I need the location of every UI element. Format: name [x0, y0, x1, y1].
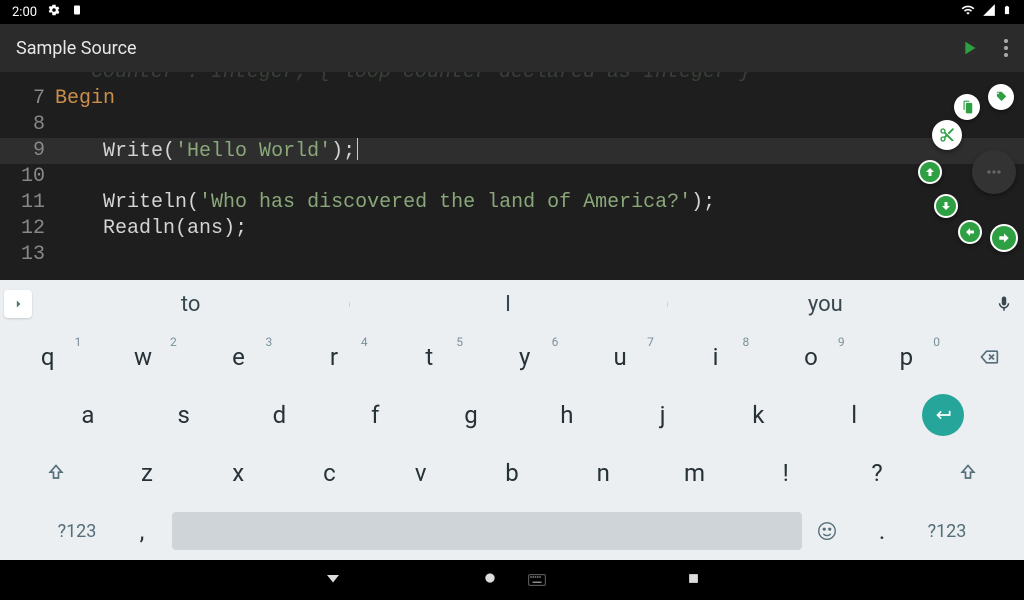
- key-e[interactable]: e3: [191, 331, 286, 383]
- settings-icon: [47, 3, 61, 21]
- symbols-key-right[interactable]: ?123: [912, 505, 982, 557]
- status-time: 2:00: [12, 5, 37, 20]
- key-t[interactable]: t5: [382, 331, 477, 383]
- suggestion-3[interactable]: you: [667, 292, 984, 317]
- code-line[interactable]: 9 Write('Hello World');: [0, 138, 1024, 164]
- code-line[interactable]: 12 Readln(ans);: [0, 216, 1024, 242]
- code-line[interactable]: 7Begin: [0, 86, 1024, 112]
- up-fab[interactable]: [918, 160, 942, 184]
- notification-icon: [71, 3, 83, 21]
- key-h[interactable]: h: [519, 389, 615, 441]
- cut-fab[interactable]: [932, 120, 962, 150]
- key-o[interactable]: o9: [763, 331, 858, 383]
- battery-icon: [1002, 2, 1012, 22]
- key-d[interactable]: d: [232, 389, 328, 441]
- comment-text: Counter : Integer; { loop counter declar…: [55, 72, 751, 84]
- period-key[interactable]: .: [852, 505, 912, 557]
- shift-key-right[interactable]: [923, 447, 1014, 499]
- key-i[interactable]: i8: [668, 331, 763, 383]
- key-v[interactable]: v: [375, 447, 466, 499]
- code-line[interactable]: 11 Writeln('Who has discovered the land …: [0, 190, 1024, 216]
- emoji-key[interactable]: [802, 505, 852, 557]
- key-l[interactable]: l: [806, 389, 902, 441]
- key-n[interactable]: n: [558, 447, 649, 499]
- space-key[interactable]: [172, 512, 802, 550]
- code-editor[interactable]: Counter : Integer; { loop counter declar…: [0, 72, 1024, 280]
- nav-bar: [0, 560, 1024, 600]
- paste-fab[interactable]: [954, 94, 980, 120]
- code-line[interactable]: 13: [0, 242, 1024, 268]
- key-m[interactable]: m: [649, 447, 740, 499]
- status-bar: 2:00: [0, 0, 1024, 24]
- key-s[interactable]: s: [136, 389, 232, 441]
- enter-key[interactable]: [922, 394, 964, 436]
- backspace-key[interactable]: [954, 331, 1024, 383]
- left-fab[interactable]: [958, 220, 982, 244]
- signal-icon: [982, 3, 996, 21]
- key-p[interactable]: p0: [859, 331, 954, 383]
- key-k[interactable]: k: [710, 389, 806, 441]
- run-button[interactable]: [958, 37, 980, 59]
- key-y[interactable]: y6: [477, 331, 572, 383]
- overflow-menu-button[interactable]: [1004, 39, 1008, 57]
- comma-key[interactable]: ,: [112, 505, 172, 557]
- right-fab[interactable]: [990, 224, 1018, 252]
- key-b[interactable]: b: [466, 447, 557, 499]
- back-nav-button[interactable]: [324, 569, 342, 591]
- wifi-icon: [960, 3, 976, 21]
- key-z[interactable]: z: [101, 447, 192, 499]
- suggestion-1[interactable]: to: [32, 292, 349, 317]
- voice-input-button[interactable]: [984, 295, 1024, 313]
- suggestion-2[interactable]: I: [349, 292, 666, 317]
- key-j[interactable]: j: [615, 389, 711, 441]
- key-?[interactable]: ?: [831, 447, 922, 499]
- main-fab[interactable]: [972, 150, 1016, 194]
- shift-key[interactable]: [10, 447, 101, 499]
- key-c[interactable]: c: [284, 447, 375, 499]
- key-u[interactable]: u7: [572, 331, 667, 383]
- tag-fab[interactable]: [988, 84, 1014, 110]
- recents-nav-button[interactable]: [686, 571, 701, 590]
- home-nav-button[interactable]: [482, 570, 498, 590]
- key-q[interactable]: q1: [0, 331, 95, 383]
- app-bar: Sample Source: [0, 24, 1024, 72]
- symbols-key[interactable]: ?123: [42, 505, 112, 557]
- key-g[interactable]: g: [423, 389, 519, 441]
- keyboard: to I you q1w2e3r4t5y6u7i8o9p0 asdfghjkl …: [0, 280, 1024, 560]
- down-fab[interactable]: [934, 194, 958, 218]
- key-![interactable]: !: [740, 447, 831, 499]
- expand-suggestions-button[interactable]: [4, 290, 32, 318]
- keyboard-nav-icon[interactable]: [528, 571, 546, 590]
- key-r[interactable]: r4: [286, 331, 381, 383]
- code-line[interactable]: 8: [0, 112, 1024, 138]
- app-title: Sample Source: [16, 38, 958, 59]
- code-line[interactable]: 10: [0, 164, 1024, 190]
- key-w[interactable]: w2: [95, 331, 190, 383]
- key-x[interactable]: x: [193, 447, 284, 499]
- key-f[interactable]: f: [327, 389, 423, 441]
- key-a[interactable]: a: [40, 389, 136, 441]
